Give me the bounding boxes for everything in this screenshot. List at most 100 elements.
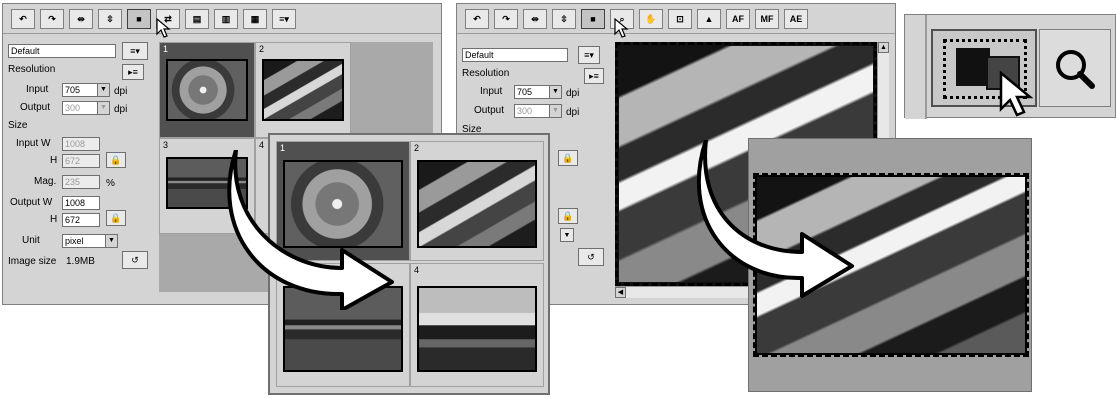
select-frame-button[interactable]: ■ [127, 9, 151, 29]
image-size-label: Image size [8, 256, 57, 267]
rotate-right-button[interactable]: ↷ [40, 9, 64, 29]
mouse-cursor-icon [614, 18, 629, 38]
output-height-field[interactable]: 672 [62, 213, 100, 227]
auto-focus-button[interactable]: AF [726, 9, 750, 29]
mag-label: Mag. [34, 176, 57, 187]
rotate-left-icon: ↶ [473, 13, 481, 24]
flip-vertical-icon: ⇳ [560, 13, 568, 24]
select-frame-icon: ■ [136, 14, 142, 24]
input-res-dropdown[interactable]: 705 [514, 85, 562, 99]
rotate-right-icon: ↷ [502, 13, 510, 24]
rotate-left-icon: ↶ [19, 13, 27, 24]
input-lock-button[interactable]: 🔒 [106, 152, 126, 168]
index-frame-button[interactable]: ▤ [185, 9, 209, 29]
menu-dropdown-button[interactable]: ≡▾ [272, 9, 296, 29]
unit-dropdown[interactable]: pixel [62, 234, 118, 248]
input-res-dropdown[interactable]: 705 [62, 83, 110, 97]
rotate-left-button[interactable]: ↶ [465, 9, 489, 29]
flip-horizontal-icon: ⇹ [77, 13, 85, 24]
output-width-field[interactable]: 1008 [62, 196, 100, 210]
frame-number: 4 [259, 140, 265, 150]
output-w-label: Output W [10, 197, 53, 208]
popup-frame-4[interactable]: 4 [410, 263, 544, 387]
auto-exposure-icon: AE [789, 14, 803, 24]
flip-vertical-button[interactable]: ⇳ [552, 9, 576, 29]
input-dpi-unit: dpi [114, 86, 128, 97]
mouse-cursor-icon [156, 18, 171, 38]
rotate-right-button[interactable]: ↷ [494, 9, 518, 29]
reset-button[interactable]: ↺ [122, 251, 148, 269]
left-frame-2[interactable]: 2 [255, 42, 351, 138]
input-height-field: 672 [62, 154, 100, 168]
lock-button[interactable]: ▲ [697, 9, 721, 29]
zoom-button-large[interactable] [1039, 29, 1111, 107]
popup-frame-2[interactable]: 2 [410, 141, 544, 261]
index-all-icon: ▦ [250, 13, 260, 24]
frame-back-square [956, 48, 990, 86]
frame-number: 3 [163, 140, 169, 150]
mouse-cursor-icon [999, 71, 1034, 117]
output-res-label: Output [474, 105, 505, 116]
output-lock-button[interactable]: 🔒 [558, 208, 578, 224]
left-frame-1[interactable]: 1 [159, 42, 255, 138]
auto-exposure-button[interactable]: AE [784, 9, 808, 29]
resolution-preset-button[interactable]: ▸≡ [584, 68, 604, 84]
input-res-label: Input [26, 84, 49, 95]
select-frame-button[interactable]: ■ [581, 9, 605, 29]
frame-number: 1 [163, 44, 169, 54]
frame-thumbnail [166, 59, 248, 121]
output-h-label: H [50, 214, 58, 225]
settings-menu-button[interactable]: ≡▾ [122, 42, 148, 60]
rotate-right-icon: ↷ [48, 13, 56, 24]
input-res-label: Input [480, 86, 503, 97]
settings-name-field[interactable]: Default [462, 48, 568, 62]
index-all-button[interactable]: ▦ [243, 9, 267, 29]
scroll-left-arrow[interactable]: ◀ [615, 287, 626, 298]
inset-separator [905, 15, 927, 119]
output-res-dropdown[interactable]: 300 [62, 101, 110, 115]
output-lock-button[interactable]: 🔒 [106, 210, 126, 226]
index-frames-icon: ▥ [221, 13, 231, 24]
flip-horizontal-button[interactable]: ⇹ [69, 9, 93, 29]
resolution-label: Resolution [8, 64, 56, 75]
flip-vertical-button[interactable]: ⇳ [98, 9, 122, 29]
settings-menu-button[interactable]: ≡▾ [578, 46, 600, 64]
rotate-left-button[interactable]: ↶ [11, 9, 35, 29]
index-frames-button[interactable]: ▥ [214, 9, 238, 29]
zoom-icon [1056, 50, 1095, 89]
frame-thumbnail [417, 160, 537, 248]
select-frame-icon: ■ [590, 14, 596, 24]
menu-dropdown-icon: ≡▾ [279, 13, 289, 24]
scroll-up-arrow[interactable]: ▲ [878, 42, 889, 53]
unit-dropdown-button[interactable]: ▼ [560, 228, 574, 242]
output-dpi-unit: dpi [114, 104, 128, 115]
auto-focus-icon: AF [732, 14, 744, 24]
mag-field: 235 [62, 175, 100, 189]
left-settings-panel: Default ≡▾ Resolution ▸≡ Input 705 dpi O… [6, 42, 158, 300]
frame-number: 2 [259, 44, 265, 54]
settings-name-field[interactable]: Default [8, 44, 116, 58]
crop-button[interactable]: ⊡ [668, 9, 692, 29]
size-label: Size [8, 120, 28, 131]
flip-vertical-icon: ⇳ [106, 13, 114, 24]
output-dpi-unit: dpi [566, 107, 580, 118]
frame-thumbnail [417, 286, 537, 372]
flip-horizontal-button[interactable]: ⇹ [523, 9, 547, 29]
image-size-value: 1.9MB [66, 256, 95, 267]
output-res-dropdown[interactable]: 300 [514, 104, 562, 118]
input-w-label: Input W [16, 138, 51, 149]
resolution-preset-button[interactable]: ▸≡ [122, 64, 144, 80]
hand-icon: ✋ [645, 13, 657, 24]
flip-horizontal-icon: ⇹ [531, 13, 539, 24]
transition-arrow-right [696, 140, 854, 298]
right-toolbar: ↶ ↷ ⇹ ⇳ ■ ⌕ ✋ ⊡ ▲ AF MF AE [457, 4, 895, 34]
input-h-label: H [50, 155, 58, 166]
input-lock-button[interactable]: 🔒 [558, 150, 578, 166]
hand-button[interactable]: ✋ [639, 9, 663, 29]
transition-arrow-left [227, 150, 394, 310]
input-dpi-unit: dpi [566, 88, 580, 99]
crop-icon: ⊡ [676, 13, 684, 24]
manual-focus-button[interactable]: MF [755, 9, 779, 29]
reset-button[interactable]: ↺ [578, 248, 604, 266]
input-width-field: 1008 [62, 137, 100, 151]
